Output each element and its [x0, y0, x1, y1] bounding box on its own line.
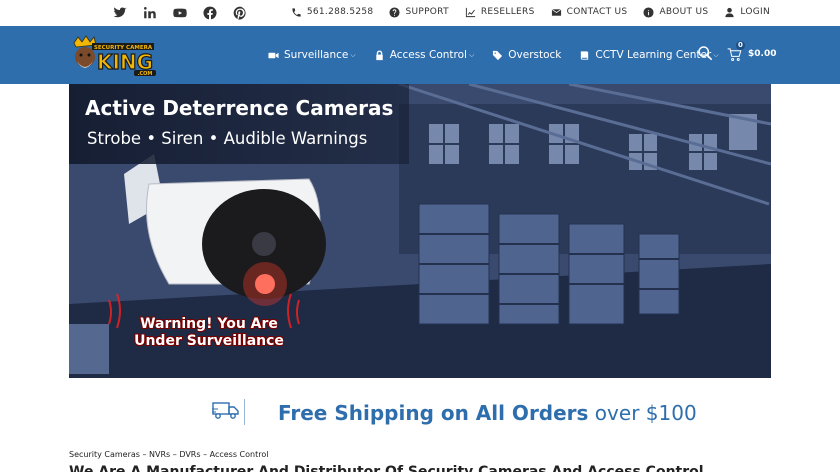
page-heading: We Are A Manufacturer And Distributor Of…	[69, 464, 704, 472]
tag-icon	[493, 50, 503, 60]
contact-link[interactable]: CONTACT US	[551, 4, 628, 20]
warning-line-2: Under Surveillance	[134, 333, 284, 349]
free-shipping-banner: Free Shipping on All Orders over $100	[0, 392, 840, 432]
category-breadcrumb: Security Cameras – NVRs – DVRs – Access …	[69, 450, 269, 459]
nav-item-surveillance[interactable]: Surveillance ⌵	[268, 45, 356, 65]
phone-icon	[292, 7, 301, 17]
line-chart-icon	[465, 7, 475, 17]
nav-item-label: CCTV Learning Center	[595, 49, 712, 61]
nav-item-label: Overstock	[508, 49, 562, 61]
free-shipping-strong: Free Shipping on All Orders	[278, 401, 589, 425]
svg-text:.COM: .COM	[138, 71, 153, 77]
user-icon	[725, 7, 734, 17]
chevron-down-icon: ⌵	[468, 50, 475, 59]
contact-label: CONTACT US	[566, 7, 628, 17]
twitter-icon[interactable]	[105, 5, 135, 21]
lock-icon	[375, 49, 383, 60]
hero-subtitle: Strobe • Siren • Audible Warnings	[87, 129, 368, 148]
site-logo[interactable]: SECURITY CAMERA KING .COM	[70, 35, 158, 77]
nav-item-label: Surveillance	[284, 49, 349, 61]
divider	[244, 399, 245, 425]
warning-text: Warning! You Are Under Surveillance	[129, 316, 289, 350]
social-links	[105, 5, 255, 21]
cart-total: $0.00	[748, 49, 777, 59]
info-circle-icon	[643, 6, 654, 18]
about-label: ABOUT US	[659, 7, 709, 17]
resellers-label: RESELLERS	[480, 7, 535, 17]
nav-item-label: Access Control	[389, 49, 467, 61]
free-shipping-text: Free Shipping on All Orders over $100	[278, 401, 697, 425]
chevron-down-icon: ⌵	[713, 50, 719, 59]
youtube-icon[interactable]	[165, 5, 195, 21]
support-link[interactable]: SUPPORT	[389, 4, 449, 20]
search-icon[interactable]	[697, 45, 713, 61]
phone-link[interactable]: 561.288.5258	[291, 4, 374, 20]
video-camera-icon	[268, 52, 279, 58]
chevron-down-icon: ⌵	[350, 50, 356, 59]
nav-menu: Surveillance ⌵ Access Control ⌵ Overstoc…	[268, 26, 737, 84]
main-nav: SECURITY CAMERA KING .COM Surveillance ⌵…	[0, 26, 840, 84]
envelope-icon	[551, 8, 561, 16]
nav-item-access-control[interactable]: Access Control ⌵	[374, 45, 475, 65]
hero-title: Active Deterrence Cameras	[85, 96, 394, 120]
question-circle-icon	[389, 6, 400, 18]
cart-button[interactable]: 0 $0.00	[727, 41, 777, 63]
login-label: LOGIN	[740, 7, 770, 17]
linkedin-icon[interactable]	[135, 5, 165, 21]
truck-icon	[212, 402, 239, 419]
hero-banner[interactable]: Active Deterrence Cameras Strobe • Siren…	[69, 84, 771, 378]
pinterest-icon[interactable]	[225, 5, 255, 21]
facebook-icon[interactable]	[195, 5, 225, 21]
top-links: 561.288.5258 SUPPORT RESELLERS CONTACT U…	[275, 4, 770, 20]
about-link[interactable]: ABOUT US	[643, 4, 708, 20]
warning-line-1: Warning! You Are	[140, 316, 278, 332]
cart-count-badge: 0	[736, 41, 745, 50]
nav-item-overstock[interactable]: Overstock	[492, 45, 561, 65]
top-bar: 561.288.5258 SUPPORT RESELLERS CONTACT U…	[0, 0, 840, 26]
resellers-link[interactable]: RESELLERS	[465, 4, 535, 20]
phone-number: 561.288.5258	[306, 7, 374, 17]
support-label: SUPPORT	[405, 7, 449, 17]
book-icon	[581, 50, 589, 60]
free-shipping-rest: over $100	[588, 401, 697, 425]
login-link[interactable]: LOGIN	[724, 4, 770, 20]
